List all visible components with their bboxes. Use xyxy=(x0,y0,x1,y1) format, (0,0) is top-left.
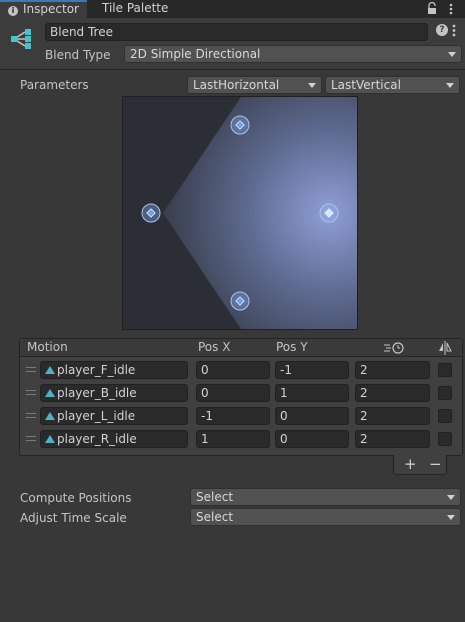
info-icon: i xyxy=(8,6,18,16)
animation-clip-icon xyxy=(45,435,55,443)
adjust-time-scale-value: Select xyxy=(196,510,234,524)
mirror-checkbox[interactable] xyxy=(438,363,452,377)
blend-type-value: 2D Simple Directional xyxy=(130,47,261,61)
pos-x-field[interactable]: 1 xyxy=(196,430,270,448)
blend-point[interactable] xyxy=(230,115,250,135)
mirror-checkbox[interactable] xyxy=(438,386,452,400)
x-parameter-dropdown[interactable]: LastHorizontal xyxy=(187,76,322,94)
help-icon[interactable]: ? xyxy=(436,24,448,36)
blend-point[interactable] xyxy=(141,203,161,223)
mirror-checkbox[interactable] xyxy=(438,432,452,446)
blend-tree-icon xyxy=(11,29,31,49)
motion-field[interactable]: player_L_idle xyxy=(40,407,206,425)
drag-handle-icon[interactable] xyxy=(26,436,36,441)
mirror-icon xyxy=(439,341,452,355)
compute-positions-value: Select xyxy=(196,490,234,504)
compute-positions-dropdown[interactable]: Select xyxy=(190,488,461,506)
speed-field[interactable]: 2 xyxy=(355,384,430,402)
motion-name: player_L_idle xyxy=(57,409,136,423)
pos-y-field[interactable]: 0 xyxy=(275,407,349,425)
motion-name: player_R_idle xyxy=(57,432,137,446)
animation-clip-icon xyxy=(45,366,55,374)
pos-x-field[interactable]: 0 xyxy=(196,361,270,379)
pos-x-header: Pos X xyxy=(198,340,231,354)
motion-field[interactable]: player_R_idle xyxy=(40,430,206,448)
animation-clip-icon xyxy=(45,389,55,397)
chevron-down-icon xyxy=(447,495,455,500)
add-remove-footer: + − xyxy=(393,455,447,475)
pos-y-field[interactable]: 0 xyxy=(275,430,349,448)
pos-y-field[interactable]: -1 xyxy=(275,361,349,379)
speed-field[interactable]: 2 xyxy=(355,361,430,379)
motion-table: Motion Pos X Pos Y player_F_idle 0 -1 2 … xyxy=(19,338,463,456)
pos-y-field[interactable]: 1 xyxy=(275,384,349,402)
motion-field[interactable]: player_B_idle xyxy=(40,384,206,402)
pos-y-header: Pos Y xyxy=(276,340,308,354)
motion-table-header: Motion Pos X Pos Y xyxy=(20,339,462,357)
tab-inspector[interactable]: i Inspector xyxy=(0,0,87,18)
mirror-checkbox[interactable] xyxy=(438,409,452,423)
blend-graph[interactable] xyxy=(122,96,358,330)
y-parameter-dropdown[interactable]: LastVertical xyxy=(325,76,460,94)
table-row: player_F_idle 0 -1 2 xyxy=(20,359,462,382)
name-field[interactable]: Blend Tree xyxy=(45,23,428,41)
settings-menu-icon[interactable] xyxy=(451,24,457,37)
motion-name: player_F_idle xyxy=(57,363,136,377)
blend-point[interactable] xyxy=(319,203,339,223)
drag-handle-icon[interactable] xyxy=(26,367,36,372)
speed-field[interactable]: 2 xyxy=(355,430,430,448)
drag-handle-icon[interactable] xyxy=(26,413,36,418)
remove-motion-button[interactable]: − xyxy=(429,455,442,473)
y-parameter-value: LastVertical xyxy=(331,78,401,92)
inspector-header: Blend Tree ? Blend Type 2D Simple Direct… xyxy=(0,18,465,70)
blend-type-dropdown[interactable]: 2D Simple Directional xyxy=(124,45,462,63)
motion-name: player_B_idle xyxy=(57,386,137,400)
blend-point[interactable] xyxy=(230,291,250,311)
lock-icon[interactable] xyxy=(427,2,437,14)
compute-positions-label: Compute Positions xyxy=(20,491,132,505)
chevron-down-icon xyxy=(447,515,455,520)
chevron-down-icon xyxy=(448,52,456,57)
parameters-label: Parameters xyxy=(20,78,89,92)
tab-tile-palette[interactable]: Tile Palette xyxy=(94,0,176,18)
blend-graph-canvas[interactable] xyxy=(123,97,357,329)
table-row: player_R_idle 1 0 2 xyxy=(20,428,462,451)
chevron-down-icon xyxy=(308,83,316,88)
tab-bar: i Inspector Tile Palette xyxy=(0,0,465,18)
pos-x-field[interactable]: 0 xyxy=(196,384,270,402)
x-parameter-value: LastHorizontal xyxy=(193,78,280,92)
menu-icon[interactable] xyxy=(449,3,453,15)
chevron-down-icon xyxy=(446,83,454,88)
speed-field[interactable]: 2 xyxy=(355,407,430,425)
table-row: player_L_idle -1 0 2 xyxy=(20,405,462,428)
pos-x-field[interactable]: -1 xyxy=(196,407,270,425)
time-scale-icon xyxy=(384,342,404,354)
adjust-time-scale-dropdown[interactable]: Select xyxy=(190,508,461,526)
tab-inspector-label: Inspector xyxy=(23,2,79,16)
motion-field[interactable]: player_F_idle xyxy=(40,361,206,379)
table-row: player_B_idle 0 1 2 xyxy=(20,382,462,405)
animation-clip-icon xyxy=(45,412,55,420)
blend-type-label: Blend Type xyxy=(45,48,111,62)
tab-tile-palette-label: Tile Palette xyxy=(102,1,169,15)
motion-header: Motion xyxy=(27,340,68,354)
add-motion-button[interactable]: + xyxy=(404,455,417,473)
drag-handle-icon[interactable] xyxy=(26,390,36,395)
adjust-time-scale-label: Adjust Time Scale xyxy=(20,511,127,525)
